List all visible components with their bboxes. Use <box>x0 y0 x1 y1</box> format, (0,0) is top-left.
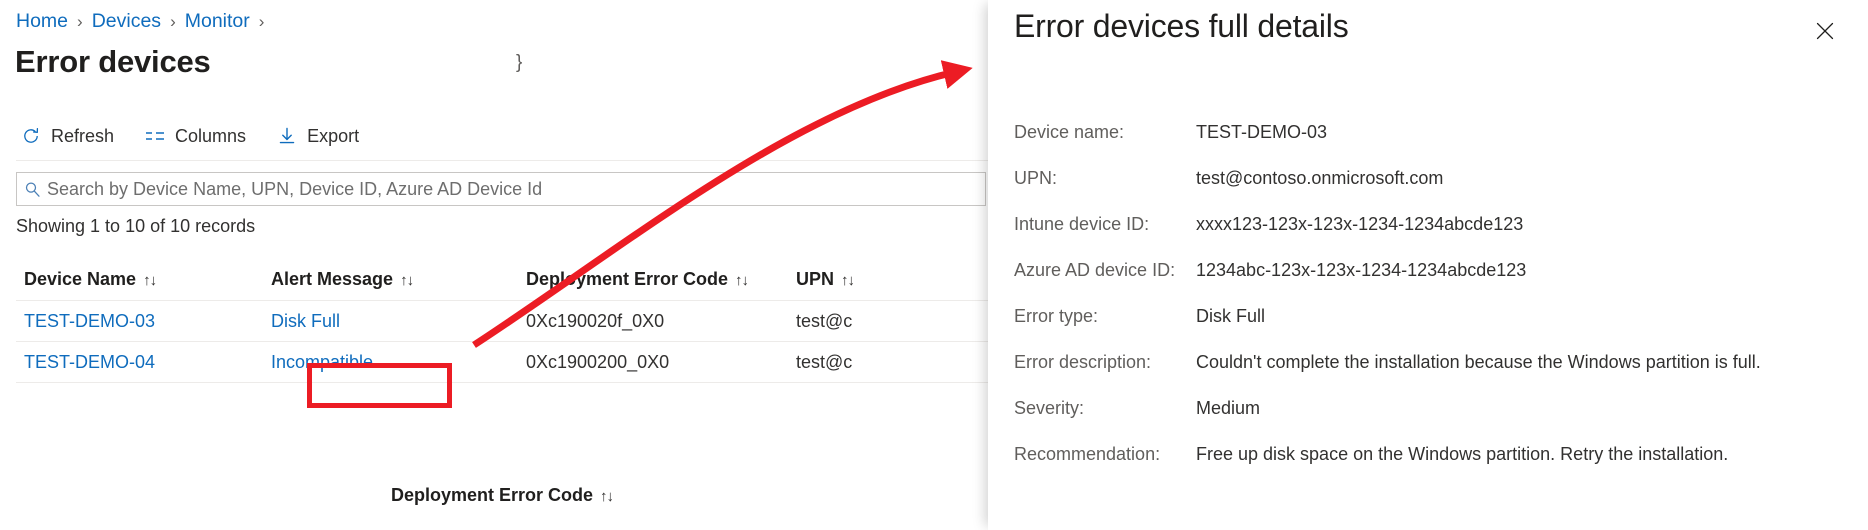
breadcrumb-item-monitor[interactable]: Monitor <box>185 10 250 33</box>
detail-row-intune-device-id: Intune device ID: xxxx123-123x-123x-1234… <box>1014 214 1858 235</box>
detail-row-error-type: Error type: Disk Full <box>1014 306 1858 327</box>
sort-arrows-icon: ↑↓ <box>841 272 854 289</box>
export-button[interactable]: Export <box>274 122 361 150</box>
detail-label: Error type: <box>1014 306 1196 327</box>
cell-error-code: 0Xc190020f_0X0 <box>526 311 796 332</box>
detail-value: test@contoso.onmicrosoft.com <box>1196 168 1443 189</box>
sort-arrows-icon: ↑↓ <box>600 488 613 505</box>
close-icon[interactable] <box>1808 14 1842 48</box>
detail-label: Intune device ID: <box>1014 214 1196 235</box>
detail-value: Couldn't complete the installation becau… <box>1196 352 1761 373</box>
search-input[interactable] <box>47 179 985 200</box>
detail-row-upn: UPN: test@contoso.onmicrosoft.com <box>1014 168 1858 189</box>
cell-device-name[interactable]: TEST-DEMO-04 <box>16 352 271 373</box>
detail-value: Medium <box>1196 398 1260 419</box>
column-header-deployment-error-code[interactable]: Deployment Error Code↑↓ <box>526 269 796 290</box>
detail-row-recommendation: Recommendation: Free up disk space on th… <box>1014 444 1858 465</box>
error-devices-page: Home › Devices › Monitor › Error devices… <box>0 0 988 530</box>
search-box[interactable] <box>16 172 986 206</box>
cell-alert-message[interactable]: Disk Full <box>271 311 526 332</box>
error-devices-table: Device Name↑↓ Alert Message↑↓ Deployment… <box>16 258 988 383</box>
detail-value: Disk Full <box>1196 306 1265 327</box>
details-list: Device name: TEST-DEMO-03 UPN: test@cont… <box>1014 122 1858 490</box>
breadcrumb-separator-icon: › <box>170 12 176 32</box>
cell-device-name[interactable]: TEST-DEMO-03 <box>16 311 271 332</box>
table-header-row: Device Name↑↓ Alert Message↑↓ Deployment… <box>16 258 988 301</box>
detail-value: xxxx123-123x-123x-1234-1234abcde123 <box>1196 214 1523 235</box>
error-devices-details-panel: Error devices full details Device name: … <box>988 0 1868 530</box>
toolbar-divider <box>16 160 988 161</box>
cell-upn: test@c <box>796 352 986 373</box>
detail-label: Device name: <box>1014 122 1196 143</box>
panel-title: Error devices full details <box>1014 8 1349 45</box>
export-download-icon <box>276 125 298 147</box>
detail-label: UPN: <box>1014 168 1196 189</box>
breadcrumb: Home › Devices › Monitor › <box>16 10 273 33</box>
detail-row-severity: Severity: Medium <box>1014 398 1858 419</box>
breadcrumb-item-home[interactable]: Home <box>16 10 68 33</box>
cell-error-code: 0Xc1900200_0X0 <box>526 352 796 373</box>
sort-arrows-icon: ↑↓ <box>400 272 413 289</box>
column-header-upn[interactable]: UPN↑↓ <box>796 269 986 290</box>
breadcrumb-separator-icon: › <box>77 12 83 32</box>
detail-value: Free up disk space on the Windows partit… <box>1196 444 1728 465</box>
detail-label: Error description: <box>1014 352 1196 373</box>
refresh-label: Refresh <box>51 126 114 147</box>
detail-value: TEST-DEMO-03 <box>1196 122 1327 143</box>
sort-arrows-icon: ↑↓ <box>735 272 748 289</box>
command-toolbar: Refresh Columns Export <box>18 122 361 150</box>
refresh-icon <box>20 125 42 147</box>
stray-glyph: } <box>516 52 522 74</box>
records-count: Showing 1 to 10 of 10 records <box>16 216 255 237</box>
table-row[interactable]: TEST-DEMO-04 Incompatible 0Xc1900200_0X0… <box>16 342 988 383</box>
cell-upn: test@c <box>796 311 986 332</box>
column-header-device-name[interactable]: Device Name↑↓ <box>16 269 271 290</box>
detail-label: Recommendation: <box>1014 444 1196 465</box>
export-label: Export <box>307 126 359 147</box>
detail-row-azure-ad-device-id: Azure AD device ID: 1234abc-123x-123x-12… <box>1014 260 1858 281</box>
columns-icon <box>144 125 166 147</box>
detail-label: Azure AD device ID: <box>1014 260 1196 281</box>
table-row[interactable]: TEST-DEMO-03 Disk Full 0Xc190020f_0X0 te… <box>16 301 988 342</box>
detail-label: Severity: <box>1014 398 1196 419</box>
detail-value: 1234abc-123x-123x-1234-1234abcde123 <box>1196 260 1526 281</box>
footer-sort-label[interactable]: Deployment Error Code↑↓ <box>16 485 988 506</box>
breadcrumb-separator-icon: › <box>259 12 265 32</box>
columns-label: Columns <box>175 126 246 147</box>
sort-arrows-icon: ↑↓ <box>143 272 156 289</box>
detail-row-error-description: Error description: Couldn't complete the… <box>1014 352 1858 373</box>
column-header-alert-message[interactable]: Alert Message↑↓ <box>271 269 526 290</box>
refresh-button[interactable]: Refresh <box>18 122 116 150</box>
search-icon <box>17 181 47 198</box>
columns-button[interactable]: Columns <box>142 122 248 150</box>
cell-alert-message[interactable]: Incompatible <box>271 352 526 373</box>
detail-row-device-name: Device name: TEST-DEMO-03 <box>1014 122 1858 143</box>
page-title: Error devices <box>15 44 211 80</box>
breadcrumb-item-devices[interactable]: Devices <box>92 10 161 33</box>
